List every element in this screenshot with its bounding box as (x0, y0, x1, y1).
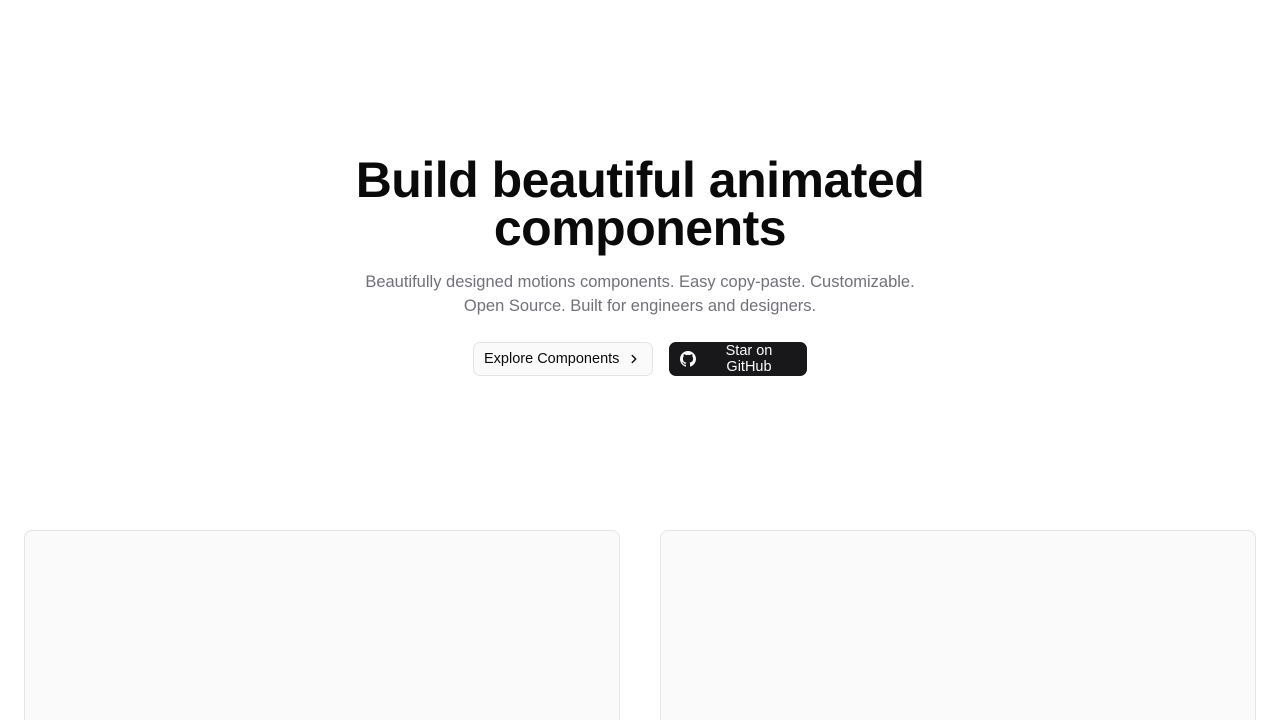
explore-components-label: Explore Components (484, 351, 620, 367)
star-on-github-button[interactable]: Star on GitHub (669, 342, 807, 376)
hero-subtitle-line-2: Open Source. Built for engineers and des… (463, 297, 817, 315)
explore-components-button[interactable]: Explore Components (473, 342, 653, 376)
landing-page: Build beautiful animated components Beau… (0, 0, 1280, 720)
hero-subtitle-line-1: Beautifully designed motions components.… (365, 273, 915, 291)
chevron-right-icon (627, 352, 641, 366)
hero-title-line-2: components (493, 200, 787, 256)
star-on-github-label: Star on GitHub (725, 343, 773, 375)
hero-subtitle: Beautifully designed motions components.… (340, 270, 940, 318)
github-icon (680, 351, 696, 367)
preview-card-left (24, 530, 620, 720)
preview-card-right (660, 530, 1256, 720)
hero-section: Build beautiful animated components Beau… (0, 155, 1280, 376)
cta-row: Explore Components Star on GitHub (0, 342, 1280, 376)
hero-title: Build beautiful animated components (320, 155, 960, 253)
